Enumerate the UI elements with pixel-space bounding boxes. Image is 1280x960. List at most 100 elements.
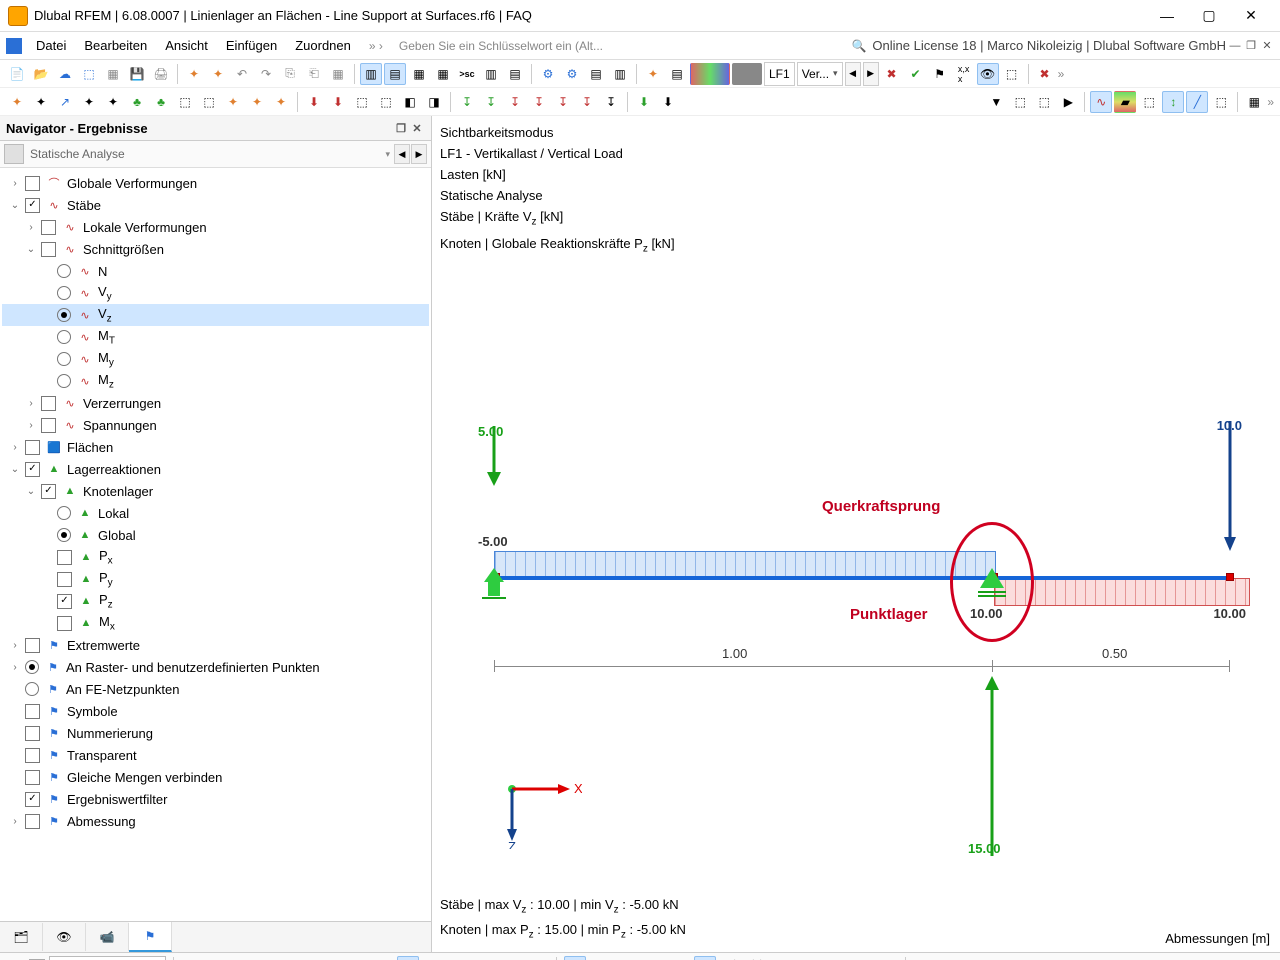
t2-1[interactable]: ✦ (6, 91, 28, 113)
menu-ansicht[interactable]: Ansicht (157, 36, 216, 55)
app-menu-icon[interactable] (6, 38, 22, 54)
view-btn-2[interactable]: ▤ (384, 63, 406, 85)
t2-23[interactable]: ↧ (552, 91, 574, 113)
bt-7[interactable]: ⬚ (337, 956, 359, 960)
bt-s13[interactable]: ⊡ (876, 956, 898, 960)
t2-r9[interactable]: ╱ (1186, 91, 1208, 113)
tree-my[interactable]: My (96, 350, 114, 369)
btn-c3[interactable]: ▤ (585, 63, 607, 85)
nav-undock[interactable]: ❐ (393, 122, 409, 135)
t2-7[interactable]: ♣ (150, 91, 172, 113)
tree-globale-verformungen[interactable]: Globale Verformungen (65, 176, 197, 191)
btn-5[interactable]: ▦ (102, 63, 124, 85)
btn-d3[interactable] (690, 63, 730, 85)
filter-prev[interactable]: ◀ (394, 144, 410, 164)
menu-einfuegen[interactable]: Einfügen (218, 36, 285, 55)
t2-2[interactable]: ✦ (30, 91, 52, 113)
bt-g2[interactable]: ▦ (423, 956, 445, 960)
tree-staebe[interactable]: Stäbe (65, 198, 101, 213)
bt-5[interactable]: ⬚ (285, 956, 307, 960)
bt-g3[interactable]: ▦ (449, 956, 471, 960)
undo-button[interactable]: ↶ (231, 63, 253, 85)
tree-mz[interactable]: Mz (96, 372, 114, 391)
tree-spannungen[interactable]: Spannungen (81, 418, 157, 433)
tree-nummerierung[interactable]: Nummerierung (65, 726, 153, 741)
save-button[interactable]: 💾 (126, 63, 148, 85)
bt-s1[interactable]: ▦ (564, 956, 586, 960)
t2-24[interactable]: ↧ (576, 91, 598, 113)
nav-tab-results[interactable]: ⚑ (129, 922, 172, 952)
btn-8[interactable]: ✦ (183, 63, 205, 85)
tree-vz[interactable]: Vz (96, 306, 112, 325)
btn-d2[interactable]: ▤ (666, 63, 688, 85)
tree-symbole[interactable]: Symbole (65, 704, 118, 719)
coord-system-combo[interactable]: 1 - Global XYZ▾ (49, 956, 166, 960)
model-button[interactable]: ⬚ (78, 63, 100, 85)
bt-e5[interactable]: ⬚ (1017, 956, 1039, 960)
view-btn-3[interactable]: ▦ (408, 63, 430, 85)
t2-10[interactable]: ✦ (222, 91, 244, 113)
tree-transparent[interactable]: Transparent (65, 748, 137, 763)
btn-e4[interactable]: x,xx (953, 63, 975, 85)
t2-r5[interactable]: ∿ (1090, 91, 1112, 113)
search-input[interactable]: Geben Sie ein Schlüsselwort ein (Alt... (393, 37, 846, 55)
t2-r3[interactable]: ⬚ (1033, 91, 1055, 113)
nav-tab-2[interactable]: 👁 (43, 923, 86, 951)
view-btn-7[interactable]: ▤ (504, 63, 526, 85)
bt-1[interactable]: ⬚ (181, 956, 203, 960)
ver-combo[interactable]: Ver...▾ (797, 62, 843, 86)
t2-r7[interactable]: ⬚ (1138, 91, 1160, 113)
bt-g4[interactable]: ⊹ (475, 956, 497, 960)
bt-s11[interactable]: ⌒ (824, 956, 846, 960)
t2-25[interactable]: ↧ (600, 91, 622, 113)
tree-lokal[interactable]: Lokal (96, 506, 129, 521)
bt-s7[interactable]: ╱ (720, 956, 742, 960)
btn-12[interactable]: ⎘ (279, 63, 301, 85)
tree-ergebnisfilter[interactable]: Ergebniswertfilter (65, 792, 167, 807)
redo-button[interactable]: ↷ (255, 63, 277, 85)
btn-e5[interactable]: 👁 (977, 63, 999, 85)
filter-next[interactable]: ▶ (411, 144, 427, 164)
btn-14[interactable]: ▦ (327, 63, 349, 85)
t2-12[interactable]: ✦ (270, 91, 292, 113)
view-btn-4[interactable]: ▦ (432, 63, 454, 85)
t2-13[interactable]: ⬇ (303, 91, 325, 113)
tree-lagerreaktionen[interactable]: Lagerreaktionen (65, 462, 161, 477)
btn-13[interactable]: ⎗ (303, 63, 325, 85)
view-btn-6[interactable]: ▥ (480, 63, 502, 85)
tree-pz[interactable]: Pz (97, 592, 113, 611)
t2-9[interactable]: ⬚ (198, 91, 220, 113)
btn-e2[interactable]: ✔ (905, 63, 927, 85)
child-close[interactable]: ✕ (1260, 39, 1274, 52)
calc-button[interactable]: ⚙ (537, 63, 559, 85)
t2-22[interactable]: ↧ (528, 91, 550, 113)
tree-an-fe[interactable]: An FE-Netzpunkten (64, 682, 179, 697)
btn-e3[interactable]: ⚑ (929, 63, 951, 85)
tree-px[interactable]: Px (97, 548, 113, 567)
search-icon[interactable]: 🔍 (847, 39, 870, 53)
btn-d1[interactable]: ✦ (642, 63, 664, 85)
minimize-button[interactable]: ― (1146, 2, 1188, 30)
tree-an-raster[interactable]: An Raster- und benutzerdefinierten Punkt… (64, 660, 320, 675)
btn-f1[interactable]: ✖ (1034, 63, 1056, 85)
t2-20[interactable]: ↧ (480, 91, 502, 113)
tree-py[interactable]: Py (97, 570, 113, 589)
t2-18[interactable]: ◨ (423, 91, 445, 113)
t2-r6[interactable]: ▰ (1114, 91, 1136, 113)
bt-s5[interactable]: ⊡ (668, 956, 690, 960)
nav-close[interactable]: ✕ (409, 122, 425, 135)
new-button[interactable]: 📄 (6, 63, 28, 85)
bt-s12[interactable]: ⊙ (850, 956, 872, 960)
open-button[interactable]: 📂 (30, 63, 52, 85)
bt-s2[interactable]: 🧲 (590, 956, 612, 960)
bt-s3[interactable]: ⬚ (616, 956, 638, 960)
btn-sc[interactable]: >sc (456, 63, 478, 85)
bt-4[interactable]: ⬚ (259, 956, 281, 960)
t2-3[interactable]: ↗ (54, 91, 76, 113)
close-button[interactable]: ✕ (1230, 2, 1272, 30)
t2-4[interactable]: ✦ (78, 91, 100, 113)
bt-e1[interactable]: ▦ (913, 956, 935, 960)
t2-r11[interactable]: ▦ (1243, 91, 1265, 113)
t2-27[interactable]: ⬇ (657, 91, 679, 113)
cloud-button[interactable]: ☁ (54, 63, 76, 85)
